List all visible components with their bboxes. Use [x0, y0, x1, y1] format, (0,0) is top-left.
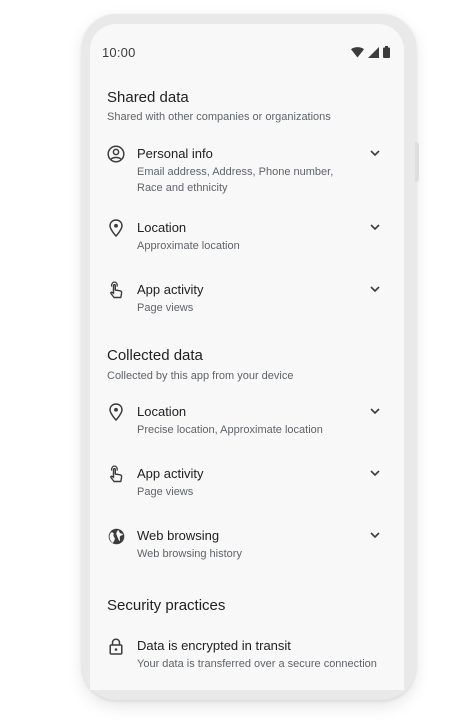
row-title: Location [137, 220, 187, 235]
location-pin-icon [106, 402, 126, 422]
status-icons [351, 46, 390, 58]
account-circle-icon [106, 144, 126, 164]
shared-data-subtitle: Shared with other companies or organizat… [107, 111, 331, 123]
row-title: Personal info [137, 146, 213, 161]
touch-hand-icon [106, 464, 126, 484]
collected-data-title: Collected data [107, 347, 203, 364]
chevron-down-icon[interactable] [367, 219, 383, 235]
touch-hand-icon [106, 280, 126, 300]
phone-screen: 10:00 Shared data Shared with other comp… [90, 24, 404, 690]
shared-data-title: Shared data [107, 89, 189, 106]
chevron-down-icon[interactable] [367, 465, 383, 481]
row-description: Your data is transferred over a secure c… [137, 658, 377, 670]
cellular-signal-icon [368, 46, 379, 58]
row-title: Web browsing [137, 528, 220, 543]
chevron-down-icon[interactable] [367, 527, 383, 543]
globe-icon [106, 526, 126, 546]
row-description: Web browsing history [137, 548, 242, 560]
row-title: App activity [137, 466, 204, 481]
phone-side-button [415, 142, 419, 182]
security-practices-title: Security practices [107, 597, 226, 614]
row-title: Data is encrypted in transit [137, 638, 291, 653]
row-description: Email address, Address, Phone number, Ra… [137, 166, 334, 194]
lock-icon [106, 636, 126, 656]
battery-icon [383, 46, 390, 58]
row-title: Location [137, 404, 187, 419]
collected-data-subtitle: Collected by this app from your device [107, 370, 294, 382]
status-bar: 10:00 [90, 24, 404, 80]
wifi-icon [351, 46, 364, 58]
row-description: Approximate location [137, 240, 240, 252]
row-description: Page views [137, 302, 194, 314]
status-time: 10:00 [102, 45, 136, 60]
row-description: Page views [137, 486, 194, 498]
row-title: App activity [137, 282, 204, 297]
chevron-down-icon[interactable] [367, 281, 383, 297]
chevron-down-icon[interactable] [367, 145, 383, 161]
chevron-down-icon[interactable] [367, 403, 383, 419]
row-description: Precise location, Approximate location [137, 424, 323, 436]
location-pin-icon [106, 218, 126, 238]
